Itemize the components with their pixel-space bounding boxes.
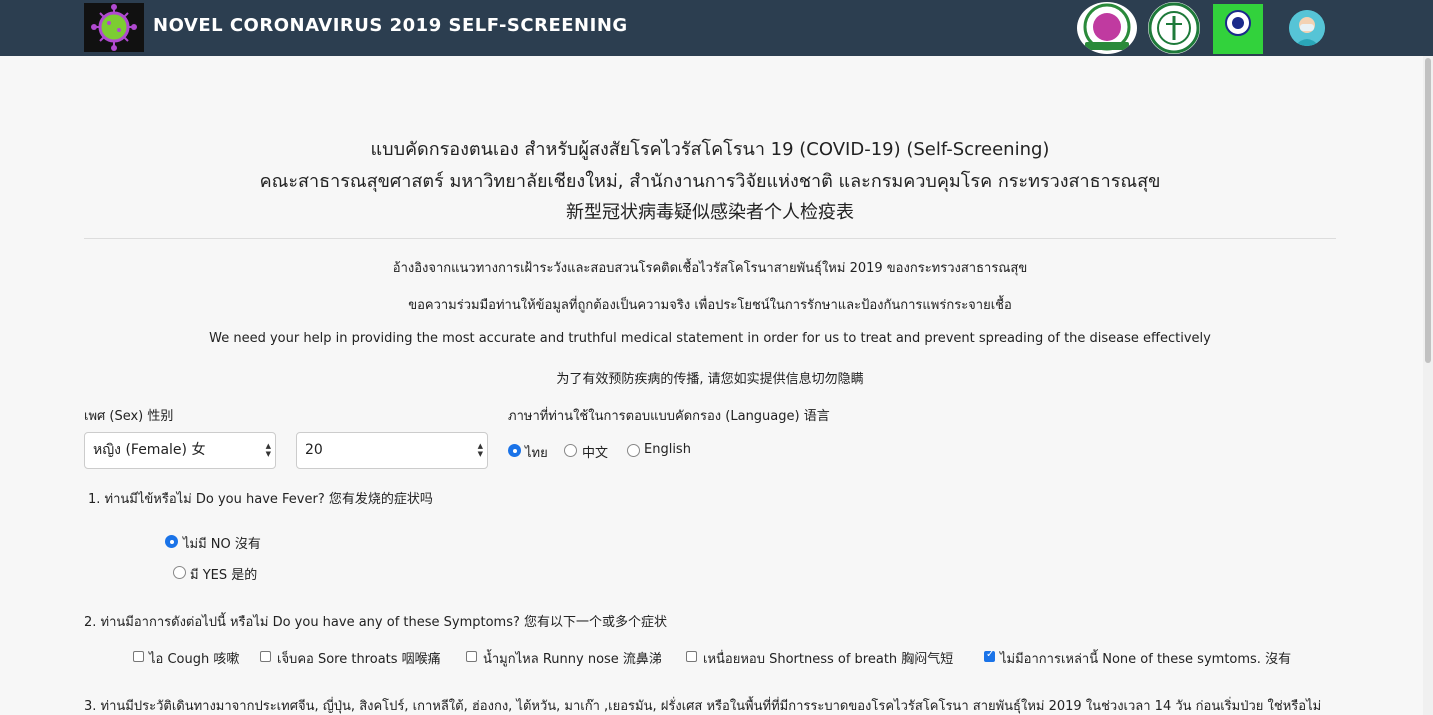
faculty-seal-icon: [1077, 2, 1137, 54]
sex-select[interactable]: หญิง (Female) 女 ▲ ▼: [84, 432, 276, 469]
symptom-checkbox-cough[interactable]: [133, 651, 144, 662]
language-option-english[interactable]: English: [644, 442, 691, 457]
symptom-checkbox-none[interactable]: [984, 649, 995, 662]
nrct-logo-icon: [1213, 4, 1263, 54]
language-radio-english[interactable]: [627, 444, 640, 457]
intro-reference: อ้างอิงจากแนวทางการเฝ้าระวังและสอบสวนโรค…: [392, 261, 1028, 276]
symptom-option-cough[interactable]: ไอ Cough 咳嗽: [149, 648, 239, 669]
select-arrows-icon: ▲ ▼: [477, 442, 483, 458]
symptom-option-none[interactable]: ไม่มีอาการเหล่านี้ None of these symtoms…: [1000, 648, 1291, 669]
page-title: แบบคัดกรองตนเอง สำหรับผู้สงสัยโรคไวรัสโค…: [370, 139, 1050, 160]
fever-radio-no[interactable]: [165, 535, 178, 548]
ministry-seal-icon: [1148, 2, 1200, 54]
language-radio-chinese[interactable]: [564, 444, 577, 457]
symptom-checkbox-sore-throat[interactable]: [260, 651, 271, 662]
page-subtitle-institutions: คณะสาธารณสุขศาสตร์ มหาวิทยาลัยเชียงใหม่,…: [259, 171, 1161, 192]
language-label: ภาษาที่ท่านใช้ในการตอบแบบคัดกรอง (Langua…: [508, 409, 830, 424]
page-scrollbar[interactable]: [1423, 56, 1433, 715]
intro-request-english: We need your help in providing the most …: [209, 331, 1211, 346]
app-title[interactable]: NOVEL CORONAVIRUS 2019 SELF-SCREENING: [153, 15, 628, 36]
symptom-option-shortness-of-breath[interactable]: เหนื่อยหอบ Shortness of breath 胸闷气短: [703, 648, 953, 669]
select-arrows-icon: ▲ ▼: [265, 442, 271, 458]
language-radio-thai[interactable]: [508, 444, 521, 457]
symptom-checkbox-shortness-of-breath[interactable]: [686, 651, 697, 662]
sex-select-value: หญิง (Female) 女: [93, 442, 206, 458]
question-symptoms: 2. ท่านมีอาการดังต่อไปนี้ หรือไม่ Do you…: [84, 615, 668, 630]
navbar: NOVEL CORONAVIRUS 2019 SELF-SCREENING: [0, 0, 1433, 56]
doctor-avatar-icon[interactable]: [1289, 10, 1325, 46]
scrollbar-thumb[interactable]: [1425, 58, 1431, 363]
language-option-thai[interactable]: ไทย: [525, 442, 548, 463]
fever-option-no[interactable]: ไม่มี NO 沒有: [183, 533, 261, 554]
language-option-chinese[interactable]: 中文: [582, 442, 608, 461]
age-select[interactable]: 20 ▲ ▼: [296, 432, 488, 469]
symptom-option-sore-throat[interactable]: เจ็บคอ Sore throats 咽喉痛: [277, 648, 441, 669]
page-subtitle-chinese: 新型冠状病毒疑似感染者个人检疫表: [566, 202, 854, 223]
intro-request-chinese: 为了有效预防疾病的传播, 请您如实提供信息切勿隐瞒: [556, 372, 864, 387]
virus-logo-icon[interactable]: [84, 3, 144, 52]
fever-radio-yes[interactable]: [173, 566, 186, 579]
age-select-value: 20: [305, 442, 323, 458]
fever-option-yes[interactable]: มี YES 是的: [190, 564, 257, 585]
sex-label: เพศ (Sex) 性别: [84, 409, 174, 424]
symptom-checkbox-runny-nose[interactable]: [466, 651, 477, 662]
symptom-option-runny-nose[interactable]: น้ำมูกไหล Runny nose 流鼻涕: [483, 648, 662, 669]
intro-request-thai: ขอความร่วมมือท่านให้ข้อมูลที่ถูกต้องเป็น…: [408, 298, 1012, 313]
question-travel-history: 3. ท่านมีประวัติเดินทางมาจากประเทศจีน, ญ…: [84, 699, 1322, 714]
question-fever: 1. ท่านมีไข้หรือไม่ Do you have Fever? 您…: [88, 492, 433, 507]
divider: [84, 238, 1336, 239]
